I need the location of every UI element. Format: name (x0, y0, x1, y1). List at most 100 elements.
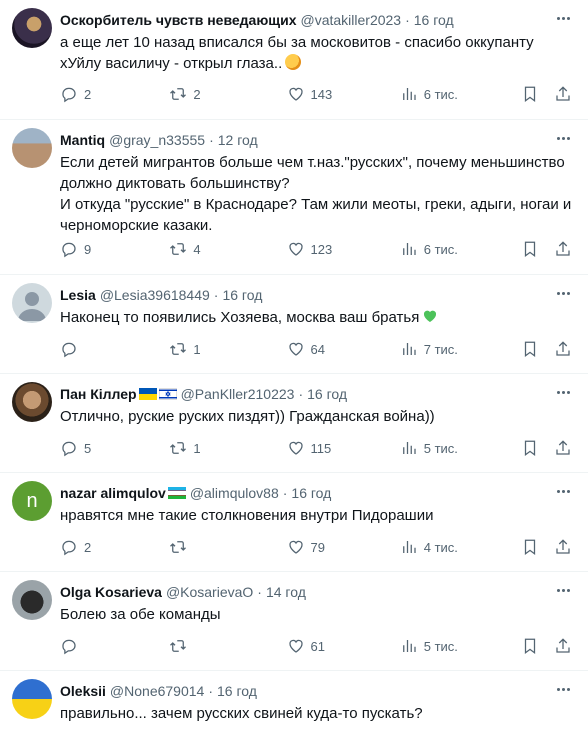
tweet[interactable]: Oleksii @None679014 · 16 год правильно..… (0, 671, 588, 752)
ukraine-flag-avatar[interactable] (12, 679, 52, 719)
views-button[interactable]: 5 тис. (400, 637, 521, 655)
author-name[interactable]: nazar alimqulov (60, 485, 166, 501)
tweet[interactable]: Пан Кіллер @PanKller210223 · 16 год Отли… (0, 374, 588, 473)
tweet[interactable]: Mantiq @gray_n33555 · 12 год Если детей … (0, 120, 588, 275)
tweet-time[interactable]: 14 год (266, 584, 306, 600)
more-options-icon[interactable] (552, 481, 574, 501)
bookmark-button[interactable] (521, 538, 554, 556)
views-button[interactable]: 5 тис. (400, 439, 521, 457)
tweet-time[interactable]: 12 год (218, 132, 258, 148)
share-button[interactable] (554, 439, 572, 457)
reply-count: 2 (84, 86, 92, 102)
like-button[interactable]: 123 (287, 240, 400, 258)
share-button[interactable] (554, 637, 572, 655)
author-handle[interactable]: @None679014 (110, 683, 204, 699)
reply-button[interactable]: 9 (60, 240, 169, 258)
view-count: 4 тис. (423, 539, 458, 555)
tweet-time[interactable]: 16 год (307, 386, 347, 402)
views-button[interactable]: 6 тис. (400, 240, 521, 258)
retweet-button[interactable]: 1 (169, 340, 286, 358)
tweet-text: Отлично, руские руских пиздят)) Гражданс… (60, 408, 435, 425)
more-options-icon[interactable] (552, 128, 574, 148)
tweet-time[interactable]: 16 год (414, 12, 454, 28)
views-button[interactable]: 6 тис. (400, 85, 521, 103)
author-name[interactable]: Оскорбитель чувств неведающих (60, 12, 296, 28)
avatar[interactable] (12, 382, 52, 422)
tweet-header: nazar alimqulov @alimqulov88 · 16 год (60, 483, 572, 503)
avatar[interactable] (12, 8, 52, 48)
author-name[interactable]: Oleksii (60, 683, 106, 699)
retweet-button[interactable] (169, 637, 286, 655)
author-name[interactable]: Lesia (60, 287, 96, 303)
tweet[interactable]: Оскорбитель чувств неведающих @vatakille… (0, 0, 588, 120)
bookmark-button[interactable] (521, 85, 554, 103)
author-handle[interactable]: @alimqulov88 (190, 485, 279, 501)
avatar[interactable]: n (12, 481, 52, 521)
author-handle[interactable]: @gray_n33555 (109, 132, 205, 148)
reply-button[interactable]: 2 (60, 538, 169, 556)
tweet-time[interactable]: 16 год (291, 485, 331, 501)
tweet-actions: 2 2 143 6 тис. (60, 84, 572, 104)
like-button[interactable]: 79 (287, 538, 400, 556)
more-options-icon[interactable] (552, 679, 574, 699)
tweet[interactable]: n nazar alimqulov @alimqulov88 · 16 год … (0, 473, 588, 572)
separator-dot: · (405, 12, 410, 28)
more-options-icon[interactable] (552, 8, 574, 28)
retweet-icon (169, 240, 187, 258)
retweet-button[interactable]: 4 (169, 240, 286, 258)
tweet-time[interactable]: 16 год (217, 683, 257, 699)
reply-button[interactable] (60, 340, 169, 358)
fist-emoji-icon (285, 54, 302, 70)
views-button[interactable]: 7 тис. (400, 340, 521, 358)
bookmark-button[interactable] (521, 439, 554, 457)
tweet-header: Oleksii @None679014 · 16 год (60, 681, 572, 701)
author-handle[interactable]: @KosarievaO (166, 584, 253, 600)
author-name[interactable]: Olga Kosarieva (60, 584, 162, 600)
tweet-header: Lesia @Lesia39618449 · 16 год (60, 285, 572, 305)
bookmark-button[interactable] (521, 240, 554, 258)
like-button[interactable]: 115 (287, 439, 400, 457)
heart-icon (287, 340, 305, 358)
bookmark-button[interactable] (521, 340, 554, 358)
like-button[interactable]: 64 (287, 340, 400, 358)
author-name[interactable]: Пан Кіллер (60, 386, 137, 402)
share-button[interactable] (554, 538, 572, 556)
reply-count: 5 (84, 440, 92, 456)
default-avatar-icon[interactable] (12, 283, 52, 323)
tweet-actions: 1 64 7 тис. (60, 339, 572, 359)
author-name[interactable]: Mantiq (60, 132, 105, 148)
more-options-icon[interactable] (552, 382, 574, 402)
reply-button[interactable] (60, 637, 169, 655)
avatar[interactable] (12, 580, 52, 620)
retweet-button[interactable]: 2 (169, 85, 286, 103)
heart-icon (287, 637, 305, 655)
share-icon (554, 340, 572, 358)
share-button[interactable] (554, 85, 572, 103)
views-button[interactable]: 4 тис. (400, 538, 521, 556)
like-button[interactable]: 143 (287, 85, 400, 103)
author-handle[interactable]: @PanKller210223 (181, 386, 295, 402)
avatar[interactable] (12, 128, 52, 168)
retweet-icon (169, 637, 187, 655)
tweet-header: Пан Кіллер @PanKller210223 · 16 год (60, 384, 572, 404)
tweet[interactable]: Lesia @Lesia39618449 · 16 год Наконец то… (0, 275, 588, 374)
reply-button[interactable]: 2 (60, 85, 169, 103)
heart-icon (287, 240, 305, 258)
tweet[interactable]: Olga Kosarieva @KosarievaO · 14 год Боле… (0, 572, 588, 671)
more-options-icon[interactable] (552, 580, 574, 600)
retweet-button[interactable] (169, 538, 286, 556)
like-button[interactable]: 61 (287, 637, 400, 655)
retweet-button[interactable]: 1 (169, 439, 286, 457)
bookmark-icon (521, 637, 539, 655)
author-handle[interactable]: @vatakiller2023 (300, 12, 401, 28)
share-button[interactable] (554, 340, 572, 358)
bookmark-button[interactable] (521, 637, 554, 655)
reply-button[interactable]: 5 (60, 439, 169, 457)
separator-dot: · (282, 485, 288, 501)
share-button[interactable] (554, 240, 572, 258)
tweet-time[interactable]: 16 год (222, 287, 262, 303)
tweet-text: Болею за обе команды (60, 606, 221, 623)
author-handle[interactable]: @Lesia39618449 (100, 287, 210, 303)
heart-icon (287, 439, 305, 457)
more-options-icon[interactable] (552, 283, 574, 303)
